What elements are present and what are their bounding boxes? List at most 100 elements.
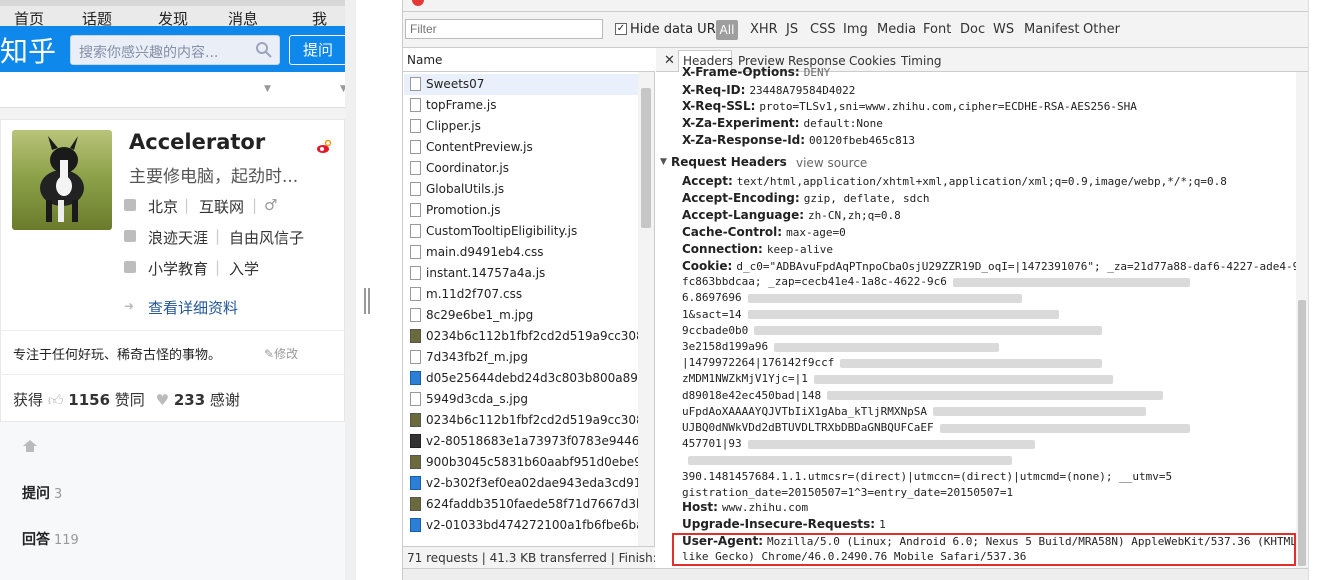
request-row[interactable]: Promotion.js	[404, 200, 638, 221]
header-line: Cache-Control: max-age=0	[682, 225, 846, 239]
header-key: Accept:	[682, 174, 733, 188]
file-icon	[410, 119, 421, 133]
edit-link[interactable]: ✎修改	[264, 345, 298, 362]
request-row[interactable]: d05e25644debd24d3c803b800a89e8a...	[404, 368, 638, 389]
list-scrollbar-thumb[interactable]	[641, 88, 651, 228]
cookie-text: 6.8697696	[682, 291, 742, 305]
hide-data-urls-checkbox[interactable]: ✓	[615, 23, 627, 35]
briefcase-icon	[124, 230, 136, 242]
male-icon: ♂	[264, 196, 278, 214]
nav-explore[interactable]: 发现	[158, 8, 188, 29]
thumbs-up-icon: 👍︎	[47, 391, 64, 409]
menu-item-questions[interactable]: 提问 3	[22, 483, 62, 503]
triangle-down-icon[interactable]: ▼	[660, 157, 667, 167]
request-row[interactable]: Sweets07	[404, 74, 638, 95]
request-name: v2-80518683e1a73973f0783e9446d55...	[426, 434, 638, 448]
ask-button[interactable]: 提问	[289, 35, 347, 65]
request-name: v2-b302f3ef0ea02dae943eda3cd914ce...	[426, 476, 638, 490]
school: 小学教育	[148, 260, 209, 278]
menu-label: 提问	[22, 486, 50, 502]
cookie-text: 390.1481457684.1.1.utmcsr=(direct)|utmcc…	[682, 469, 1173, 483]
request-row[interactable]: v2-80518683e1a73973f0783e9446d55...	[404, 431, 638, 452]
tab-timing[interactable]: Timing	[901, 54, 942, 68]
page-scrollbar[interactable]	[345, 0, 356, 580]
redacted-block	[747, 310, 1059, 320]
request-row[interactable]: m.11d2f707.css	[404, 284, 638, 305]
view-details-link[interactable]: 查看详细资料	[148, 297, 238, 318]
request-row[interactable]: CustomTooltipEligibility.js	[404, 221, 638, 242]
home-icon[interactable]	[22, 438, 38, 454]
header-line: Connection: keep-alive	[682, 242, 833, 256]
request-row[interactable]: Clipper.js	[404, 116, 638, 137]
filter-img[interactable]: Img	[843, 22, 868, 37]
name-column-header[interactable]: Name	[403, 48, 655, 72]
filter-all[interactable]: All	[716, 20, 738, 40]
nav-messages[interactable]: 消息	[228, 8, 258, 29]
header-line: Accept-Language: zh-CN,zh;q=0.8	[682, 208, 901, 222]
file-icon	[410, 77, 421, 91]
weibo-icon[interactable]	[316, 140, 332, 154]
cookie-line: d89018e42ec450bad|148	[682, 388, 1164, 402]
request-row[interactable]: ContentPreview.js	[404, 137, 638, 158]
request-row[interactable]: 0234b6c112b1fbf2cd2d519a9cc30893...	[404, 326, 638, 347]
header-key: Connection:	[682, 242, 763, 256]
filter-manifest[interactable]: Manifest	[1024, 22, 1079, 37]
header-value: zh-CN,zh;q=0.8	[808, 209, 901, 222]
panel-splitter[interactable]	[356, 0, 403, 580]
nav-topics[interactable]: 话题	[82, 8, 112, 29]
search-input[interactable]: 搜索你感兴趣的内容...	[70, 35, 280, 65]
avatar[interactable]	[12, 130, 112, 230]
request-row[interactable]: 7d343fb2f_m.jpg	[404, 347, 638, 368]
highlight-box	[672, 533, 1296, 566]
request-row[interactable]: 900b3045c5831b60aabf951d0ebe943e...	[404, 452, 638, 473]
request-row[interactable]: Coordinator.js	[404, 158, 638, 179]
header-line: X-Za-Experiment: default:None	[682, 116, 883, 130]
tab-cookies[interactable]: Cookies	[849, 54, 896, 68]
request-row[interactable]: instant.14757a4a.js	[404, 263, 638, 284]
request-name: d05e25644debd24d3c803b800a89e8a...	[426, 371, 638, 385]
header-key: Upgrade-Insecure-Requests:	[682, 517, 876, 531]
request-row[interactable]: v2-01033bd474272100a1fb6fbe6babf...	[404, 515, 638, 536]
filter-js[interactable]: JS	[786, 22, 798, 37]
cookie-text: d89018e42ec450bad|148	[682, 388, 822, 402]
pencil-icon: ✎	[264, 347, 275, 361]
header-key: X-Frame-Options:	[682, 65, 800, 79]
request-row[interactable]: 624faddb3510faede58f71d7667d3bcb...	[404, 494, 638, 515]
request-row[interactable]: 0234b6c112b1fbf2cd2d519a9cc30893...	[404, 410, 638, 431]
filter-ws[interactable]: WS	[993, 22, 1014, 37]
divider	[0, 374, 345, 375]
filter-doc[interactable]: Doc	[960, 22, 985, 37]
header-value: DENY	[803, 66, 831, 79]
filter-other[interactable]: Other	[1083, 22, 1120, 37]
devtools-toolbar	[403, 0, 1328, 12]
menu-item-answers[interactable]: 回答 119	[22, 529, 79, 549]
redacted-block	[774, 342, 1000, 352]
request-name: 8c29e6be1_m.jpg	[426, 308, 534, 322]
job: 自由风信子	[229, 229, 305, 247]
request-row[interactable]: v2-b302f3ef0ea02dae943eda3cd914ce...	[404, 473, 638, 494]
request-row[interactable]: GlobalUtils.js	[404, 179, 638, 200]
filter-media[interactable]: Media	[877, 22, 916, 37]
request-headers-title[interactable]: Request Headers	[671, 155, 787, 169]
request-row[interactable]: 8c29e6be1_m.jpg	[404, 305, 638, 326]
header-key: Accept-Encoding:	[682, 191, 800, 205]
nav-me[interactable]: 我	[312, 8, 327, 29]
request-row[interactable]: topFrame.js	[404, 95, 638, 116]
request-name: instant.14757a4a.js	[426, 266, 546, 280]
filter-font[interactable]: Font	[923, 22, 951, 37]
close-icon[interactable]: ✕	[664, 53, 675, 68]
view-source-link[interactable]: view source	[796, 156, 867, 170]
detail-scrollbar-thumb[interactable]	[1298, 300, 1306, 566]
zhihu-logo[interactable]: 知乎	[0, 30, 56, 70]
request-name: 624faddb3510faede58f71d7667d3bcb...	[426, 497, 638, 511]
filter-css[interactable]: CSS	[810, 22, 836, 37]
company: 浪迹天涯	[148, 229, 209, 247]
filter-xhr[interactable]: XHR	[750, 22, 778, 37]
nav-home[interactable]: 首页	[14, 8, 44, 29]
filter-input[interactable]	[405, 19, 603, 39]
arrow-right-icon: ➜	[124, 299, 135, 313]
request-row[interactable]: 5949d3cda_s.jpg	[404, 389, 638, 410]
request-row[interactable]: main.d9491eb4.css	[404, 242, 638, 263]
chevron-down-icon[interactable]: ▼	[264, 84, 271, 94]
search-icon[interactable]	[255, 41, 273, 59]
